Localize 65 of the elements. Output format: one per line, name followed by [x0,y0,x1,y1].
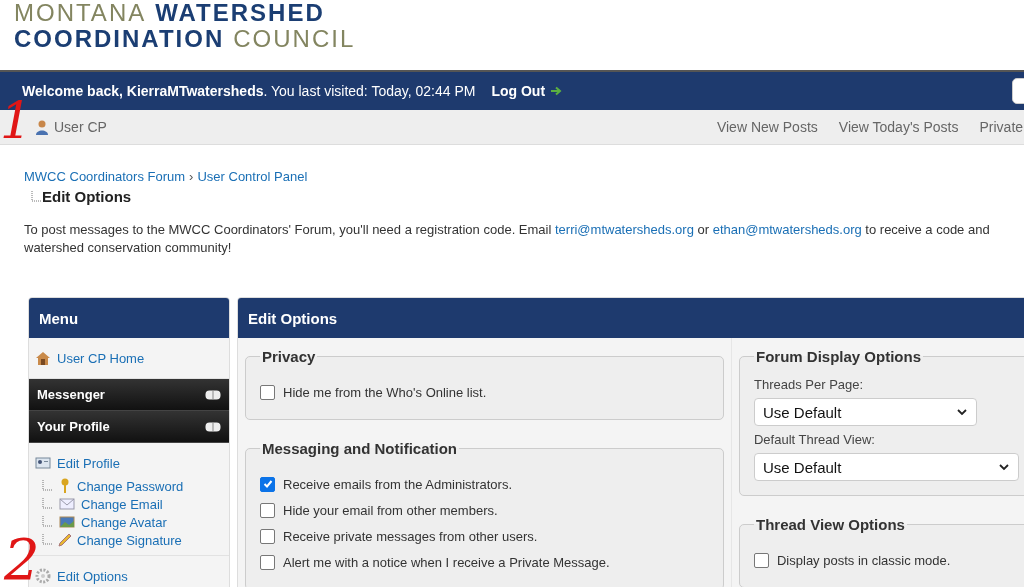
dropdown-select[interactable]: Use Default [754,398,977,426]
collapse-icon [205,421,221,432]
tree-connector-icon [30,190,42,203]
breadcrumb-separator: › [189,169,194,184]
nav-link[interactable]: Private [979,119,1024,135]
logout-link[interactable]: Log Out [491,83,563,99]
chevron-down-icon [998,461,1010,473]
logo-word: MONTANA [14,0,147,26]
house-icon [35,350,51,366]
menu-section[interactable]: Your Profile [29,411,229,443]
tree-connector-icon [41,498,53,510]
chevron-down-icon [956,406,968,418]
user-icon [34,119,50,135]
email-link[interactable]: terri@mtwatersheds.org [554,222,694,237]
checkbox[interactable] [260,528,275,544]
annotation-number: 2 [4,532,40,587]
collapse-icon [205,389,221,400]
tree-connector-icon [41,480,53,492]
menu-sublink[interactable]: Change Avatar [29,513,229,531]
menu-link[interactable]: User CP Home [29,344,229,372]
menu-sublink[interactable]: Change Email [29,495,229,513]
checkbox[interactable] [260,554,275,570]
checkbox-label: Hide me from the Who's Online list. [283,384,487,400]
menu-header: Menu [29,298,229,338]
panel-header: Edit Options [238,298,1024,338]
gear-icon [35,568,51,584]
email-link[interactable]: ethan@mtwatersheds.org [712,222,862,237]
checkbox-label: Hide your email from other members. [283,502,498,518]
pencil-icon [57,532,73,548]
checkbox-label: Receive emails from the Administrators. [283,476,513,492]
breadcrumb-link[interactable]: MWCC Coordinators Forum [24,169,186,184]
field-label: Threads Per Page: [754,377,865,392]
envelope-icon [57,496,77,512]
checkbox[interactable] [260,476,275,492]
menu-section[interactable]: Messenger [29,379,229,411]
group-title: Privacy [261,348,317,365]
menu-sublink[interactable]: Change Password [29,477,229,495]
checkbox-label: Alert me with a notice when I receive a Private Message. [283,554,610,570]
breadcrumb-link[interactable]: User Control Panel [197,169,308,184]
checkbox[interactable] [754,552,769,568]
page-title: Edit Options [42,188,132,205]
logo-word: COORDINATION [14,26,225,52]
landscape-icon [57,514,77,530]
tree-connector-icon [41,534,53,546]
dropdown-select[interactable]: Use Default [754,453,1019,481]
tree-connector-icon [41,516,53,528]
welcome-text: Welcome back, KierraMTwatersheds. You last visited: Today, 02:44 PM [22,83,476,99]
checkbox[interactable] [260,384,275,400]
profile-card-icon [35,455,51,471]
group-title: Messaging and Notification [261,440,458,457]
checkbox-label: Display posts in classic mode. [777,552,951,568]
checkbox[interactable] [260,502,275,518]
nav-link[interactable]: View Today's Posts [838,119,959,135]
user-cp-link[interactable]: User CP [34,119,107,135]
logo-word: COUNCIL [233,26,356,52]
checkbox-label: Receive private messages from other users. [283,528,538,544]
menu-link[interactable]: Edit Profile [29,449,229,477]
field-label: Default Thread View: [754,432,876,447]
arrow-right-icon [550,86,563,96]
nav-link[interactable]: View New Posts [716,119,818,135]
annotation-number: 1 [0,96,32,146]
group-title: Thread View Options [755,516,906,533]
group-title: Forum Display Options [755,348,922,365]
notice-paragraph: To post messages to the MWCC Coordinators' Forum, you'll need a registration code. Email terri@mtwatersheds.org or ethan@mtwatersheds.org to receive a code and watershed conservation community! [24,221,991,257]
logo-word: WATERSHED [155,0,325,26]
